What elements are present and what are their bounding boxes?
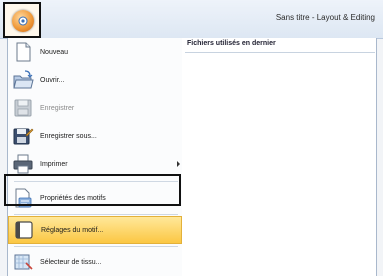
design-settings-icon (15, 221, 33, 239)
menu-item-open[interactable]: Ouvrir... (8, 66, 182, 94)
menu-item-label: Nouveau (40, 48, 69, 56)
menu-item-label: Propriétés des motifs (40, 194, 106, 202)
save-as-icon (13, 128, 34, 145)
menu-item-label: Imprimer (40, 160, 68, 168)
menu-separator (14, 181, 178, 182)
title-bar: Sans titre - Layout & Editing (0, 0, 383, 39)
app-button-frame (3, 2, 41, 38)
submenu-arrow-icon (177, 161, 180, 167)
application-menu-button[interactable] (12, 10, 34, 32)
save-disk-icon (14, 99, 32, 117)
new-document-icon (16, 42, 31, 62)
menu-item-design-properties[interactable]: Propriétés des motifs (8, 184, 182, 212)
menu-item-design-settings[interactable]: Réglages du motif... (8, 216, 182, 244)
app-logo-icon (18, 16, 28, 26)
menu-item-label: Enregistrer (40, 104, 75, 112)
menu-item-label: Réglages du motif... (41, 226, 104, 234)
menu-item-new[interactable]: Nouveau (8, 38, 182, 66)
menu-item-label: Sélecteur de tissu... (40, 258, 102, 266)
menu-item-label: Enregistrer sous... (40, 132, 97, 140)
window-title: Sans titre - Layout & Editing (275, 13, 375, 22)
menu-separator (14, 214, 178, 215)
menu-separator (14, 246, 178, 247)
recent-files-panel: Fichiers utilisés en dernier (182, 38, 376, 276)
menu-item-label: Ouvrir... (40, 76, 65, 84)
menu-item-save-as[interactable]: Enregistrer sous... (8, 122, 182, 150)
open-folder-icon (13, 70, 34, 89)
printer-icon (13, 154, 33, 174)
fabric-selector-icon (14, 254, 33, 270)
menu-list: Nouveau Ouvrir... Enregistrer Enregistre… (8, 38, 183, 276)
menu-item-save[interactable]: Enregistrer (8, 94, 182, 122)
menu-item-fabric-selector[interactable]: Sélecteur de tissu... (8, 248, 182, 276)
properties-icon (15, 188, 32, 208)
application-menu: Nouveau Ouvrir... Enregistrer Enregistre… (7, 38, 377, 276)
recent-files-title: Fichiers utilisés en dernier (185, 40, 375, 53)
menu-item-print[interactable]: Imprimer (8, 150, 182, 178)
